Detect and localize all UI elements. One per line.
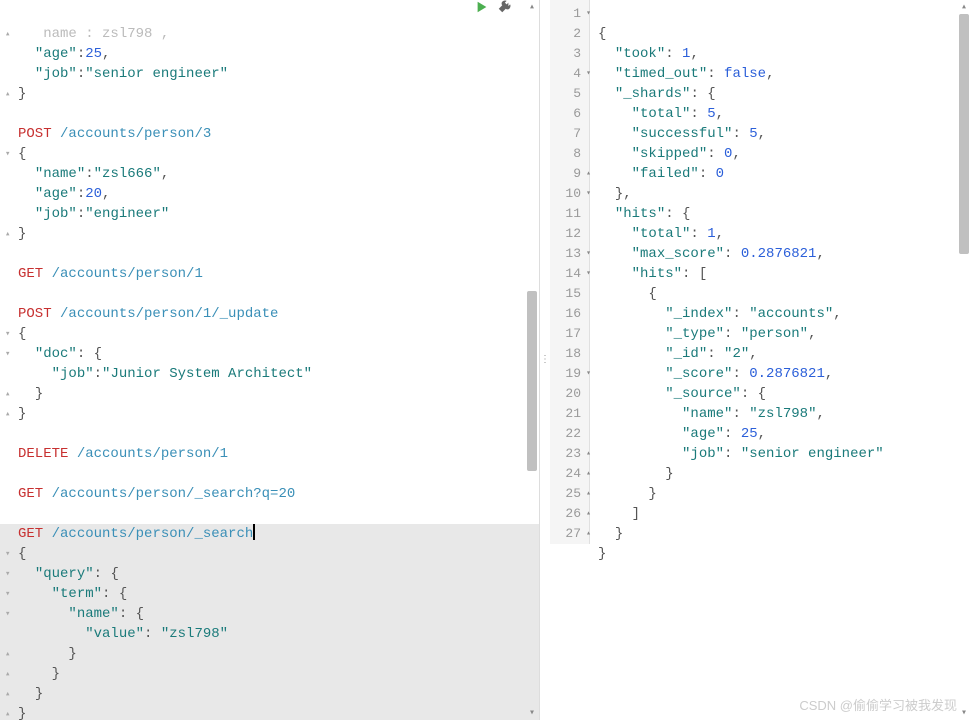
fold-arrow-icon[interactable]: ▴ xyxy=(5,84,10,104)
scrollbar-thumb[interactable] xyxy=(959,14,969,254)
fold-arrow-icon[interactable]: ▾ xyxy=(5,584,10,604)
http-method: GET xyxy=(18,526,43,542)
request-editor-pane: ▴ name : zsl798 , "age":25, "job":"senio… xyxy=(0,0,540,720)
http-method: GET xyxy=(18,266,43,282)
field-age: 20 xyxy=(85,186,102,202)
scroll-up-icon[interactable]: ▴ xyxy=(525,0,539,14)
run-query-button[interactable] xyxy=(475,0,489,21)
fold-arrow-icon[interactable]: ▾ xyxy=(5,604,10,624)
text-cursor xyxy=(253,524,255,540)
field-age: 25 xyxy=(85,46,102,62)
resp-type: person xyxy=(749,326,799,342)
request-url: /accounts/person/1 xyxy=(52,266,203,282)
resp-max-score: 0.2876821 xyxy=(741,246,817,262)
watermark: CSDN @偷偷学习被我发现 xyxy=(799,695,957,714)
resp-timed-out: false xyxy=(724,66,766,82)
resp-src-job: senior engineer xyxy=(749,446,875,462)
request-editor[interactable]: ▴ name : zsl798 , "age":25, "job":"senio… xyxy=(0,0,539,720)
field-name: zsl666 xyxy=(102,166,152,182)
request-url: /accounts/person/_search?q=20 xyxy=(52,486,296,502)
request-url: /accounts/person/_search xyxy=(52,526,254,542)
fold-arrow-icon[interactable]: ▴ xyxy=(5,224,10,244)
query-value: zsl798 xyxy=(169,626,219,642)
fold-arrow-icon[interactable]: ▴ xyxy=(5,684,10,704)
fold-arrow-icon[interactable]: ▴ xyxy=(5,24,10,44)
fold-arrow-icon[interactable]: ▴ xyxy=(5,644,10,664)
active-request-line[interactable]: GET /accounts/person/_search xyxy=(0,524,539,544)
scroll-up-icon[interactable]: ▴ xyxy=(957,0,971,14)
resp-score: 0.2876821 xyxy=(749,366,825,382)
request-url: /accounts/person/1 xyxy=(77,446,228,462)
response-viewer[interactable]: { "took": 1, "timed_out": false, "_shard… xyxy=(550,0,971,568)
resp-src-name: zsl798 xyxy=(758,406,808,422)
resp-src-age: 25 xyxy=(741,426,758,442)
scrollbar-thumb[interactable] xyxy=(527,291,537,471)
fold-arrow-icon[interactable]: ▾ xyxy=(5,544,10,564)
http-method: POST xyxy=(18,306,52,322)
resp-shards-failed: 0 xyxy=(716,166,724,182)
request-url: /accounts/person/3 xyxy=(60,126,211,142)
http-method: DELETE xyxy=(18,446,68,462)
scroll-down-icon[interactable]: ▾ xyxy=(525,706,539,720)
resp-hits-total: 1 xyxy=(707,226,715,242)
fold-arrow-icon[interactable]: ▴ xyxy=(5,404,10,424)
resp-index: accounts xyxy=(758,306,825,322)
field-job: senior engineer xyxy=(94,66,220,82)
fold-arrow-icon[interactable]: ▾ xyxy=(5,144,10,164)
vertical-scrollbar[interactable]: ▴ ▾ xyxy=(957,0,971,720)
pane-splitter[interactable]: ⋮ xyxy=(540,0,550,720)
fold-arrow-icon[interactable]: ▾ xyxy=(5,324,10,344)
fold-arrow-icon[interactable]: ▾ xyxy=(5,344,10,364)
field-job: engineer xyxy=(94,206,161,222)
http-method: GET xyxy=(18,486,43,502)
resp-id: 2 xyxy=(732,346,740,362)
options-button[interactable] xyxy=(497,0,511,21)
fold-arrow-icon[interactable]: ▾ xyxy=(5,564,10,584)
fold-arrow-icon[interactable]: ▴ xyxy=(5,384,10,404)
scroll-down-icon[interactable]: ▾ xyxy=(957,706,971,720)
resp-shards-total: 5 xyxy=(707,106,715,122)
field-job: Junior System Architect xyxy=(110,366,303,382)
vertical-scrollbar[interactable]: ▴ ▾ xyxy=(525,0,539,720)
response-pane: 1▾ 2 3 4▾ 5 6 7 8 9▴ 10▾ 11 12 13▾ 14▾ 1… xyxy=(550,0,971,720)
resp-shards-successful: 5 xyxy=(749,126,757,142)
request-url: /accounts/person/1/_update xyxy=(60,306,278,322)
fold-arrow-icon[interactable]: ▴ xyxy=(5,664,10,684)
fold-arrow-icon[interactable]: ▴ xyxy=(5,704,10,720)
